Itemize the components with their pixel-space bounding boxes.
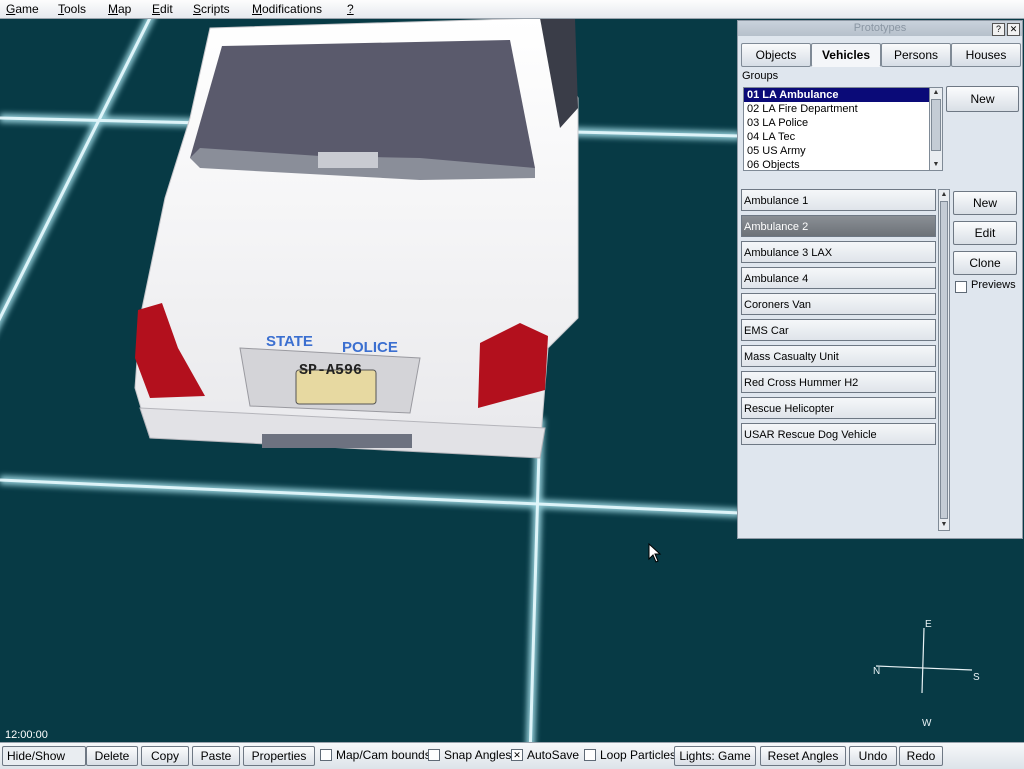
- vehicles-scrollbar[interactable]: ▲ ▼: [938, 189, 950, 531]
- autosave-checkbox[interactable]: ✕: [511, 749, 523, 761]
- list-item[interactable]: 05 US Army: [744, 144, 930, 158]
- menu-game[interactable]: Game: [6, 2, 39, 16]
- previews-label: Previews: [971, 279, 1016, 291]
- menu-bar: Game Tools Map Edit Scripts Modification…: [0, 0, 1024, 19]
- redo-button[interactable]: Redo: [899, 746, 943, 766]
- paste-button[interactable]: Paste: [192, 746, 240, 766]
- bottom-toolbar: Hide/Show Delete Copy Paste Properties M…: [0, 742, 1024, 769]
- tab-houses[interactable]: Houses: [951, 43, 1021, 67]
- license-plate: SP-A596: [299, 362, 363, 379]
- vehicle-item[interactable]: Rescue Helicopter: [741, 397, 936, 419]
- panel-title: Prototypes: [738, 21, 1022, 36]
- list-item[interactable]: 06 Objects: [744, 158, 930, 170]
- groups-list[interactable]: 01 LA Ambulance 02 LA Fire Department 03…: [743, 87, 931, 171]
- list-item[interactable]: 01 LA Ambulance: [744, 88, 930, 102]
- menu-tools[interactable]: Tools: [58, 2, 86, 16]
- close-icon[interactable]: ✕: [1007, 23, 1020, 36]
- vehicle-item[interactable]: Mass Casualty Unit: [741, 345, 936, 367]
- loop-particles-label: Loop Particles: [600, 748, 677, 762]
- menu-modifications[interactable]: Modifications: [252, 2, 322, 16]
- car-badge-state: STATE: [266, 333, 313, 350]
- compass-e: E: [925, 619, 932, 630]
- scroll-down-icon[interactable]: ▼: [939, 520, 949, 530]
- previews-checkbox[interactable]: [955, 281, 967, 293]
- list-item[interactable]: 02 LA Fire Department: [744, 102, 930, 116]
- vehicle-item[interactable]: Ambulance 4: [741, 267, 936, 289]
- lights-button[interactable]: Lights: Game: [674, 746, 756, 766]
- undo-button[interactable]: Undo: [849, 746, 897, 766]
- compass-w: W: [922, 718, 932, 729]
- menu-edit[interactable]: Edit: [152, 2, 173, 16]
- menu-scripts[interactable]: Scripts: [193, 2, 230, 16]
- vehicle-edit-button[interactable]: Edit: [953, 221, 1017, 245]
- autosave-label: AutoSave: [527, 748, 580, 762]
- menu-map[interactable]: Map: [108, 2, 131, 16]
- snap-angles-label: Snap Angles: [444, 748, 512, 762]
- scroll-thumb[interactable]: [940, 201, 948, 519]
- snap-angles-checkbox[interactable]: [428, 749, 440, 761]
- vehicle-new-button[interactable]: New: [953, 191, 1017, 215]
- compass-n: N: [873, 666, 881, 677]
- mouse-cursor-icon: [648, 543, 662, 563]
- groups-scrollbar[interactable]: ▲ ▼: [929, 87, 943, 171]
- vehicle-clone-button[interactable]: Clone: [953, 251, 1017, 275]
- vehicle-item[interactable]: USAR Rescue Dog Vehicle: [741, 423, 936, 445]
- compass-s: S: [973, 672, 980, 683]
- hide-show-button[interactable]: Hide/Show: [2, 746, 86, 766]
- tab-persons[interactable]: Persons: [881, 43, 951, 67]
- scroll-up-icon[interactable]: ▲: [930, 88, 942, 98]
- help-button[interactable]: ?: [992, 23, 1005, 36]
- map-cam-bounds-label: Map/Cam bounds: [336, 748, 431, 762]
- groups-new-button[interactable]: New: [946, 86, 1019, 112]
- vehicle-item-selected[interactable]: Ambulance 2: [741, 215, 936, 237]
- tab-objects[interactable]: Objects: [741, 43, 811, 67]
- vehicle-item[interactable]: EMS Car: [741, 319, 936, 341]
- police-car: [134, 18, 579, 459]
- copy-button[interactable]: Copy: [141, 746, 189, 766]
- list-item[interactable]: 03 LA Police: [744, 116, 930, 130]
- groups-label: Groups: [742, 70, 779, 82]
- tab-vehicles[interactable]: Vehicles: [811, 43, 881, 67]
- reset-angles-button[interactable]: Reset Angles: [760, 746, 846, 766]
- vehicle-item[interactable]: Coroners Van: [741, 293, 936, 315]
- properties-button[interactable]: Properties: [243, 746, 315, 766]
- vehicle-item[interactable]: Ambulance 1: [741, 189, 936, 211]
- game-clock: 12:00:00: [5, 729, 48, 741]
- loop-particles-checkbox[interactable]: [584, 749, 596, 761]
- map-cam-bounds-checkbox[interactable]: [320, 749, 332, 761]
- vehicle-item[interactable]: Red Cross Hummer H2: [741, 371, 936, 393]
- list-item[interactable]: 04 LA Tec: [744, 130, 930, 144]
- vehicle-item[interactable]: Ambulance 3 LAX: [741, 241, 936, 263]
- scroll-down-icon[interactable]: ▼: [930, 160, 942, 170]
- scroll-up-icon[interactable]: ▲: [939, 190, 949, 200]
- delete-button[interactable]: Delete: [86, 746, 138, 766]
- scroll-thumb[interactable]: [931, 99, 941, 151]
- car-badge-police: POLICE: [342, 339, 398, 356]
- menu-help[interactable]: ?: [347, 2, 354, 16]
